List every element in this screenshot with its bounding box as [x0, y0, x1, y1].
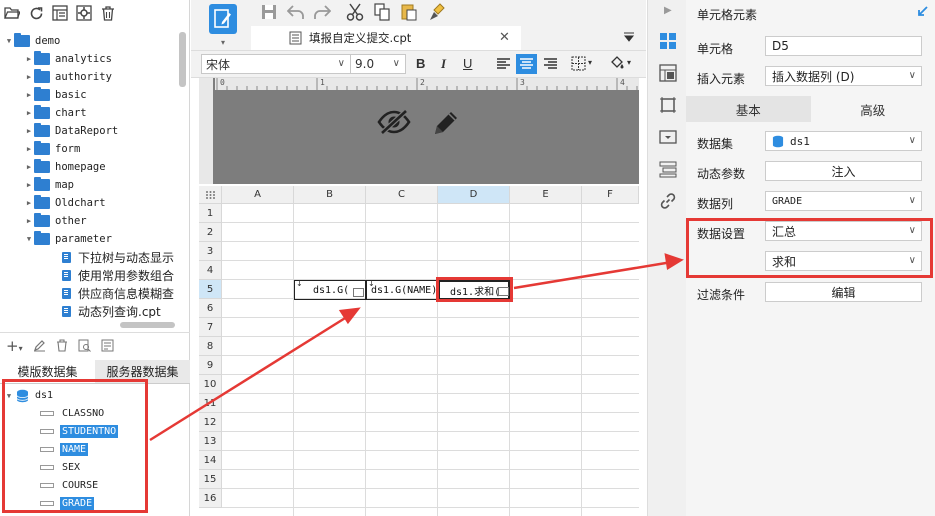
- annotation-arrows: [149, 253, 684, 442]
